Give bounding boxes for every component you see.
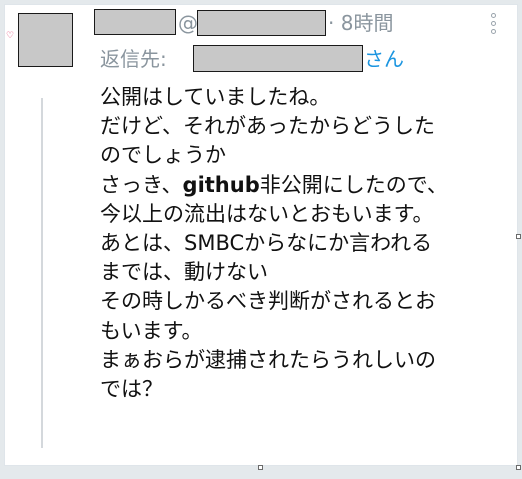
tweet-text-line: もいます。	[100, 317, 518, 346]
more-vertical-icon[interactable]	[488, 13, 500, 35]
username-at: @	[178, 11, 198, 35]
tweet-text-segment: のでしょうか	[100, 143, 226, 168]
tweet-text-line: さっき、github非公開にしたので、	[100, 171, 518, 200]
tweet-text-segment: では？	[100, 377, 163, 402]
tweet-text-segment: 非公開にしたので、	[259, 172, 448, 197]
tweet-text-line: では？	[100, 375, 518, 404]
tweet-text-segment: さっき、	[100, 172, 183, 197]
tweet-text-segment: 今以上の流出はないとおもいます。	[100, 201, 434, 226]
selection-handle-corner[interactable]	[516, 465, 521, 470]
timestamp[interactable]: · 8時間	[328, 10, 393, 36]
display-name-redacted[interactable]	[94, 9, 176, 35]
tweet-text-line: 公開はしていましたね。	[100, 83, 518, 112]
timestamp-text: 8時間	[340, 11, 394, 35]
timestamp-separator: ·	[328, 11, 335, 35]
selection-handle-bottom[interactable]	[258, 465, 263, 470]
avatar[interactable]	[18, 13, 73, 67]
reply-to-suffix[interactable]: さん	[364, 46, 404, 72]
tweet-text-segment: だけど、それがあったからどうした	[100, 114, 435, 139]
tweet-text-line: までは、動けない	[100, 258, 518, 287]
tweet-text-segment: まぁおらが逮捕されたらうれしいの	[100, 347, 436, 372]
tweet-text-segment: その時しかるべき判断がされるとお	[100, 289, 436, 314]
tweet-text-segment: 公開はしていましたね。	[100, 85, 331, 109]
tweet-text: 公開はしていましたね。 だけど、それがあったからどうした のでしょうか さっき、git…	[100, 83, 518, 404]
thread-line	[41, 98, 43, 448]
reply-to-user-redacted[interactable]	[193, 45, 363, 72]
tweet-text-line: のでしょうか	[100, 141, 518, 170]
tweet-text-bold-segment: github	[182, 172, 260, 197]
heart-icon: ♡	[6, 31, 15, 41]
tweet-text-line: あとは、SMBCからなにか言われる	[100, 229, 518, 258]
tweet-text-segment: もいます。	[100, 318, 203, 343]
tweet-text-line: その時しかるべき判断がされるとお	[100, 287, 518, 316]
tweet-text-segment: までは、動けない	[100, 260, 268, 285]
tweet-text-segment: あとは、SMBCからなにか言われる	[100, 231, 433, 256]
tweet-text-line: だけど、それがあったからどうした	[100, 112, 518, 141]
tweet-text-line: まぁおらが逮捕されたらうれしいの	[100, 346, 518, 375]
username-redacted[interactable]	[197, 10, 326, 36]
reply-to-label: 返信先:	[100, 47, 167, 71]
tweet-text-line: 今以上の流出はないとおもいます。	[100, 200, 518, 229]
